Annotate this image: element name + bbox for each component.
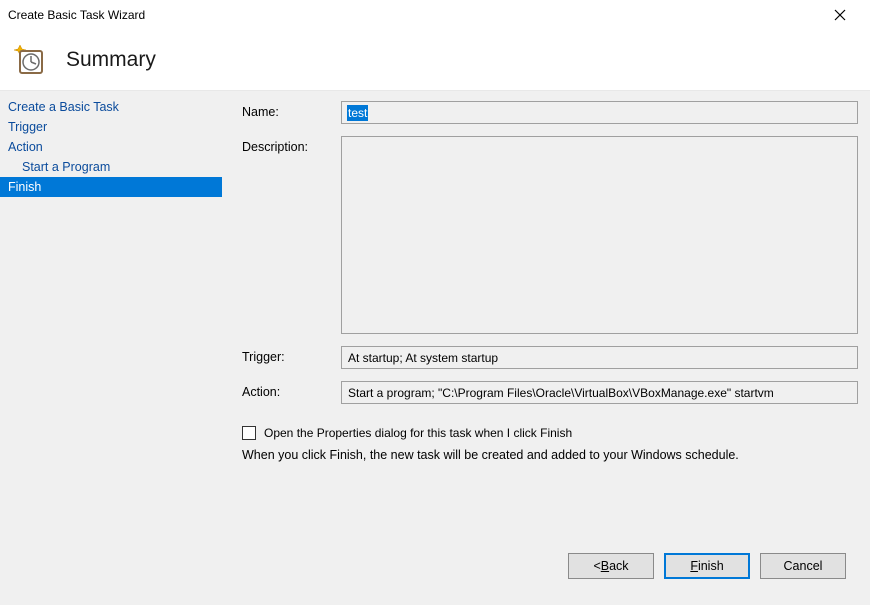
wizard-step[interactable]: Action (0, 137, 222, 157)
titlebar: Create Basic Task Wizard (0, 0, 870, 30)
trigger-field[interactable] (341, 346, 858, 369)
close-icon (834, 9, 846, 21)
action-field[interactable] (341, 381, 858, 404)
back-button[interactable]: < Back (568, 553, 654, 579)
close-button[interactable] (820, 0, 860, 30)
wizard-step[interactable]: Finish (0, 177, 222, 197)
name-label: Name: (242, 101, 337, 119)
window-title: Create Basic Task Wizard (8, 8, 145, 22)
wizard-body: Create a Basic TaskTriggerActionStart a … (0, 90, 870, 605)
wizard-step[interactable]: Trigger (0, 117, 222, 137)
open-properties-label: Open the Properties dialog for this task… (264, 426, 572, 440)
description-label: Description: (242, 136, 337, 154)
wizard-step[interactable]: Start a Program (0, 157, 222, 177)
open-properties-checkbox[interactable] (242, 426, 256, 440)
wizard-footer: < Back Finish Cancel (242, 543, 858, 593)
wizard-window: Create Basic Task Wizard Summary Create … (0, 0, 870, 605)
page-title: Summary (66, 48, 156, 72)
summary-panel: Name: test Description: Trigger: Action:… (222, 91, 870, 605)
action-label: Action: (242, 381, 337, 399)
finish-button[interactable]: Finish (664, 553, 750, 579)
wizard-steps: Create a Basic TaskTriggerActionStart a … (0, 91, 222, 605)
name-field[interactable]: test (341, 101, 858, 124)
task-scheduler-icon (12, 43, 46, 77)
open-properties-row[interactable]: Open the Properties dialog for this task… (242, 426, 858, 440)
cancel-button[interactable]: Cancel (760, 553, 846, 579)
summary-extras: Open the Properties dialog for this task… (242, 426, 858, 462)
trigger-label: Trigger: (242, 346, 337, 364)
summary-form: Name: test Description: Trigger: Action: (242, 101, 858, 404)
name-value: test (347, 105, 368, 121)
wizard-step[interactable]: Create a Basic Task (0, 97, 222, 117)
description-field[interactable] (341, 136, 858, 334)
finish-hint: When you click Finish, the new task will… (242, 448, 858, 462)
wizard-header: Summary (0, 30, 870, 90)
